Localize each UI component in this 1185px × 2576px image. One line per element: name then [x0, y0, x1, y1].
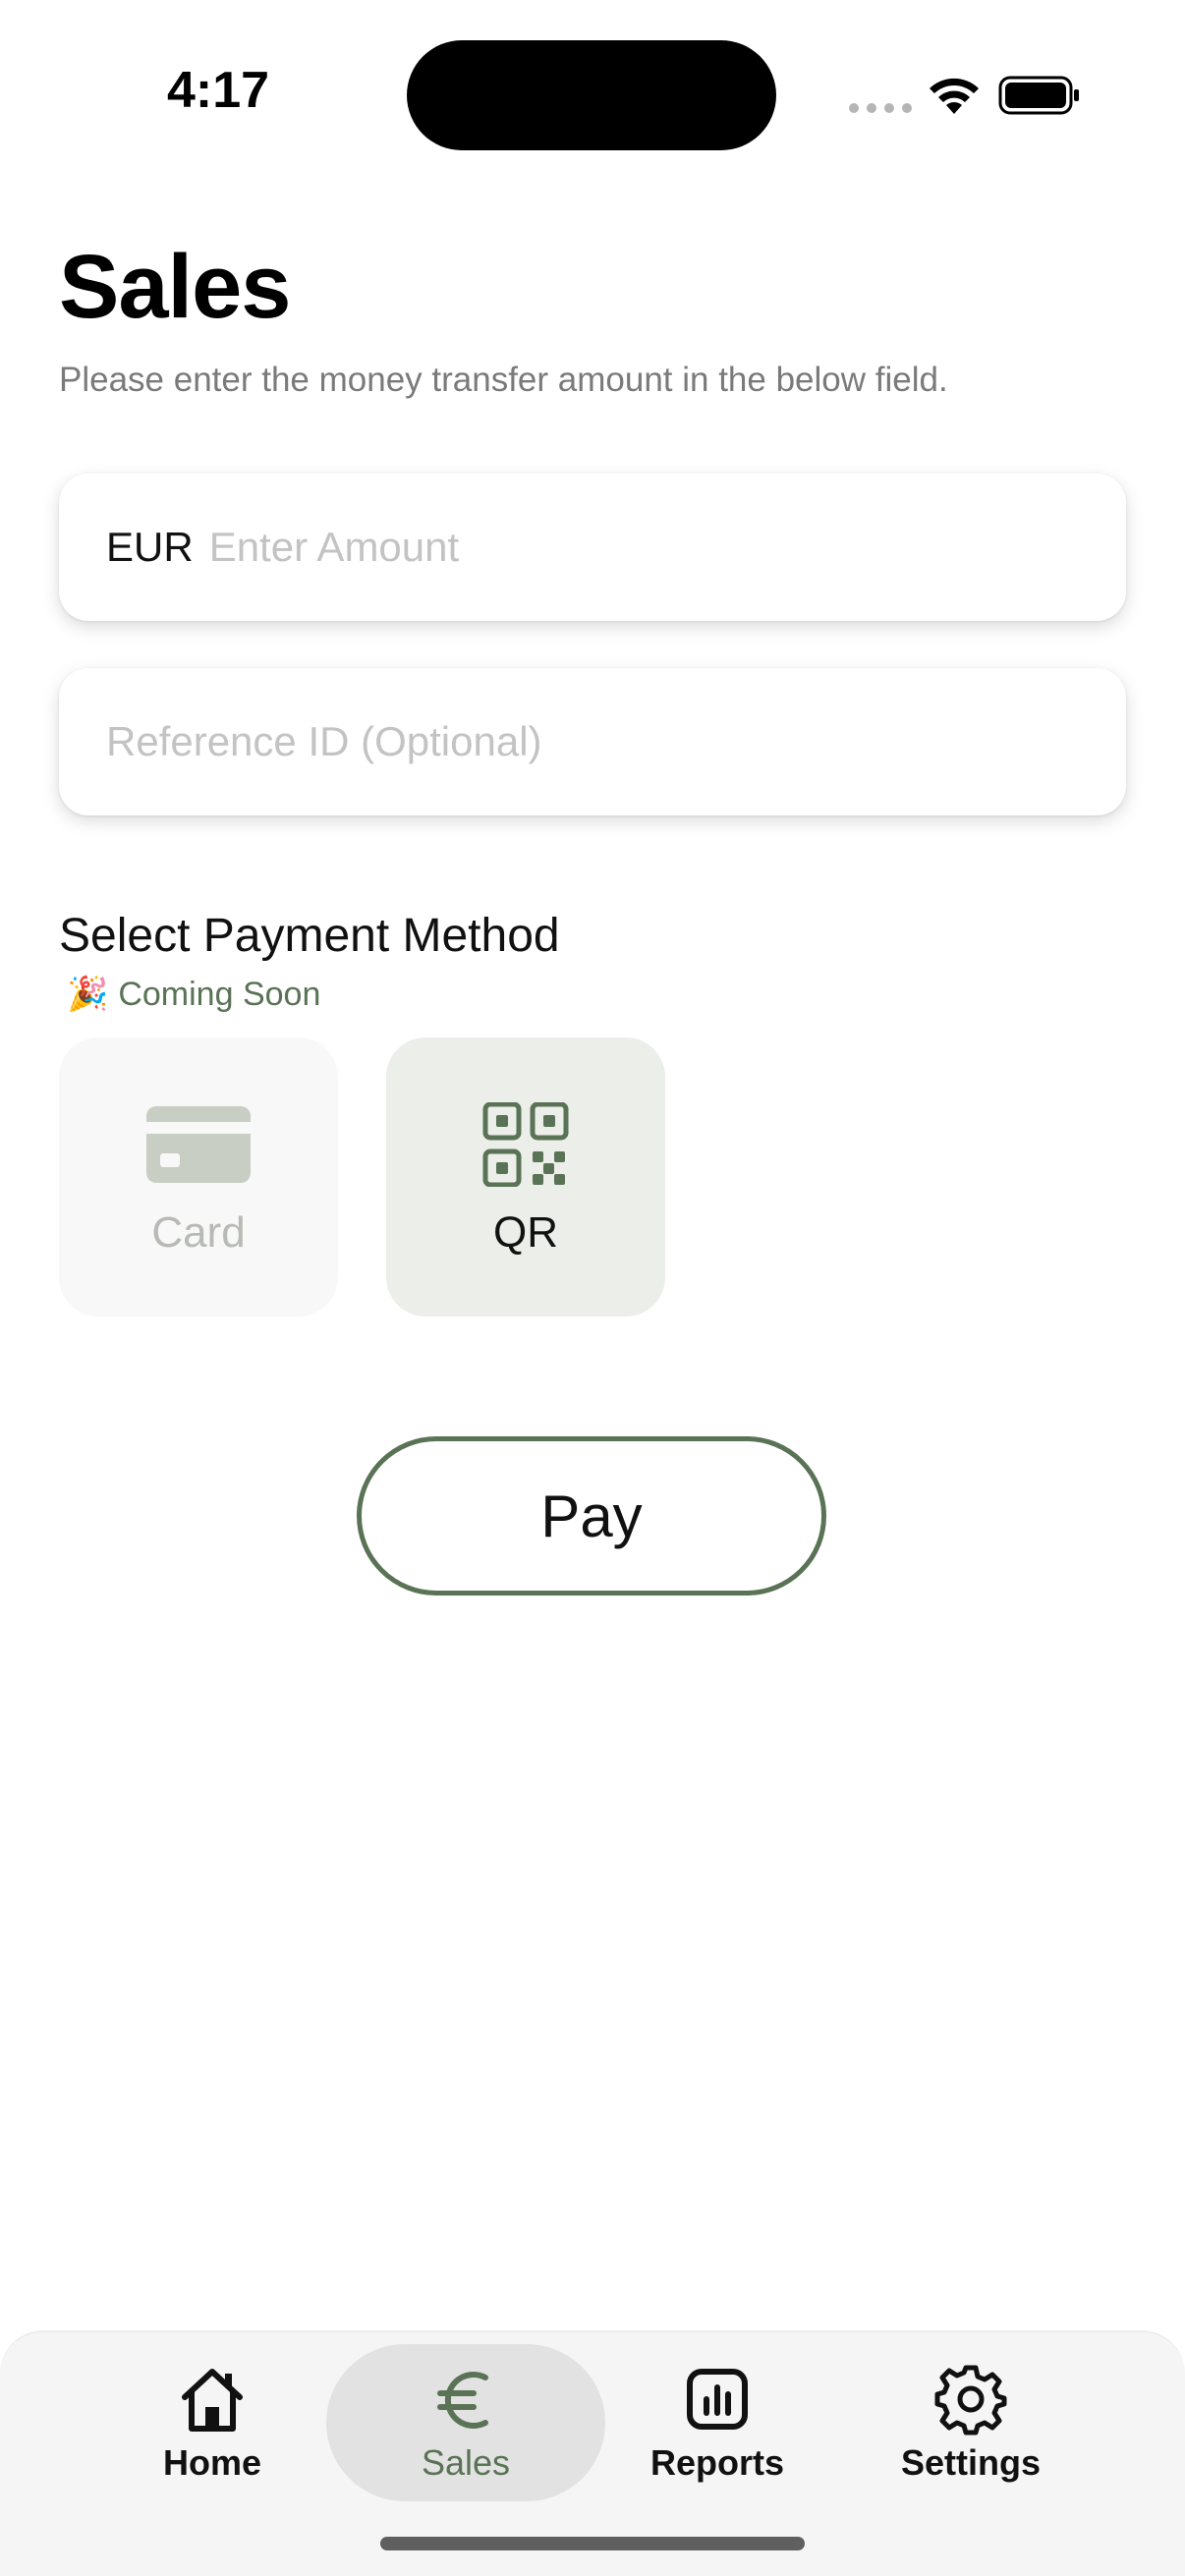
payment-method-card[interactable]: Card — [59, 1037, 338, 1316]
tab-reports[interactable]: Reports — [629, 2344, 806, 2501]
coming-soon-note: 🎉 Coming Soon — [67, 975, 320, 1014]
payment-method-qr[interactable]: QR — [386, 1037, 665, 1316]
status-time: 4:17 — [167, 62, 270, 119]
pay-button[interactable]: Pay — [357, 1436, 826, 1596]
card-label: Card — [151, 1208, 246, 1257]
tab-sales[interactable]: Sales — [326, 2344, 605, 2501]
page-subtitle: Please enter the money transfer amount i… — [59, 361, 948, 399]
bar-chart-icon — [687, 2369, 748, 2430]
tab-settings-label: Settings — [900, 2442, 1041, 2483]
dynamic-island — [407, 40, 776, 150]
tab-sales-label: Sales — [421, 2442, 511, 2483]
party-popper-icon: 🎉 — [67, 976, 109, 1013]
currency-label: EUR — [106, 524, 194, 570]
euro-icon — [437, 2372, 488, 2429]
qr-label: QR — [493, 1208, 558, 1257]
sales-screen: 4:17 Sales Please enter the money transf… — [0, 0, 1185, 2576]
payment-method-title: Select Payment Method — [59, 910, 560, 962]
coming-soon-label: Coming Soon — [118, 975, 321, 1013]
reference-id-input[interactable] — [106, 718, 990, 765]
qr-code-icon — [482, 1102, 569, 1187]
tab-home[interactable]: Home — [134, 2344, 291, 2501]
gear-icon — [934, 2365, 1007, 2436]
page-title: Sales — [59, 237, 291, 337]
wifi-icon — [930, 78, 979, 114]
reference-id-field[interactable] — [59, 668, 1126, 815]
tab-settings[interactable]: Settings — [882, 2344, 1059, 2501]
amount-field[interactable]: EUR — [59, 474, 1126, 621]
tab-home-label: Home — [162, 2442, 262, 2483]
tab-reports-label: Reports — [649, 2442, 785, 2483]
battery-icon — [998, 76, 1079, 115]
home-icon — [182, 2369, 243, 2432]
amount-input[interactable] — [208, 524, 1094, 571]
cellular-signal-icon — [849, 103, 912, 113]
home-indicator[interactable] — [380, 2537, 805, 2550]
credit-card-icon — [146, 1106, 251, 1183]
